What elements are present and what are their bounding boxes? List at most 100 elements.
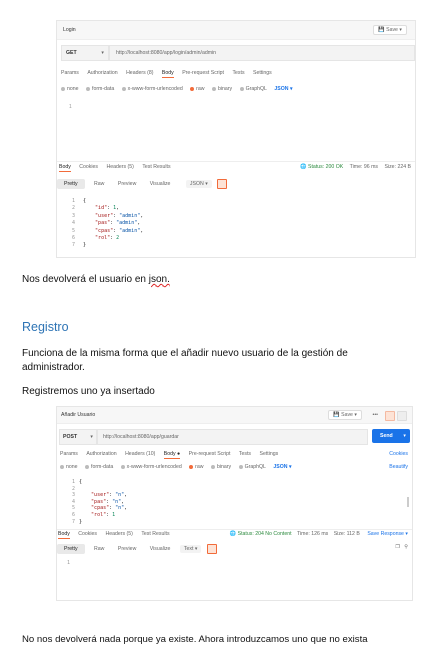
request-body-editor[interactable]: 1 [57,99,415,162]
response-view-tabs: Pretty Raw Preview Visualize Text ▾ [57,544,412,555]
request-title-bar: Login 💾 Save ▾ [57,21,415,40]
body-format-select[interactable]: JSON ▾ [274,86,292,92]
tab-pre-request-script[interactable]: Pre-request Script [182,70,224,76]
tab-settings[interactable]: Settings [253,70,272,76]
tab-params[interactable]: Params [60,451,78,457]
tab-headers[interactable]: Headers (10) [125,451,155,457]
save-icon: 💾 [378,27,385,33]
paragraph-register-existing: Registremos uno ya insertado [22,386,155,397]
tab-pretty[interactable]: Pretty [57,544,85,555]
copy-icon[interactable]: ❐ [395,544,400,550]
tab-headers[interactable]: Headers (8) [126,70,153,76]
wrap-lines-icon[interactable] [217,179,228,189]
tab-tests[interactable]: Tests [232,70,244,76]
tab-visualize[interactable]: Visualize [146,545,175,553]
scrollbar[interactable] [407,497,409,507]
globe-icon: 🌐 [300,164,307,170]
cookies-link[interactable]: Cookies [389,451,408,457]
wrap-lines-icon[interactable] [206,544,217,554]
tab-response-headers[interactable]: Headers (5) [105,531,132,537]
tab-preview[interactable]: Preview [114,180,140,188]
response-status-info: 🌐 Status: 204 No Content Time: 126 ms Si… [230,531,408,537]
radio-graphql[interactable]: GraphQL [239,86,267,92]
tab-response-body[interactable]: Body [59,164,71,172]
save-icon: 💾 [333,412,340,418]
radio-urlencoded[interactable]: x-www-form-urlencoded [121,86,183,92]
globe-icon: 🌐 [229,531,237,537]
tab-response-headers[interactable]: Headers (5) [106,164,133,170]
chevron-down-icon: ▾ [354,412,357,418]
status-text: Status: 200 OK [308,164,344,170]
response-format-select[interactable]: JSON ▾ [185,180,212,189]
radio-form-data[interactable]: form-data [86,86,114,92]
chevron-down-icon: ▾ [403,433,406,439]
tab-raw[interactable]: Raw [90,180,108,188]
paragraph-description: Funciona de la misma forma que el añadir… [22,347,348,375]
method-select[interactable]: GET ▾ [61,45,109,61]
radio-graphql[interactable]: GraphQL [238,464,266,470]
section-heading: Registro [22,320,69,334]
search-icon[interactable]: ⚲ [404,544,408,550]
tab-body[interactable]: Body ● [163,451,181,459]
radio-none[interactable]: none [60,464,78,470]
beautify-link[interactable]: Beautify [389,464,408,470]
url-input[interactable]: http://localhost:8080/app/guardar [97,429,368,445]
body-type-options: none form-data x-www-form-urlencoded raw… [61,86,415,92]
tab-settings[interactable]: Settings [259,451,278,457]
method-select[interactable]: POST ▾ [59,429,97,445]
chevron-down-icon: ▾ [101,50,104,56]
radio-binary[interactable]: binary [210,464,231,470]
request-name: Añadir Usuario [61,412,96,418]
radio-urlencoded[interactable]: x-www-form-urlencoded [120,464,182,470]
chevron-down-icon: ▾ [289,86,293,92]
body-type-options: none form-data x-www-form-urlencoded raw… [60,464,412,470]
more-options-button[interactable]: ••• [373,412,378,418]
method-label: GET [66,50,77,56]
response-format-select[interactable]: Text ▾ [179,545,202,554]
send-button[interactable]: Send ▾ [372,429,410,443]
tab-test-results[interactable]: Test Results [141,531,169,537]
tab-tests[interactable]: Tests [239,451,251,457]
status-text: Status: 204 No Content [237,531,292,537]
url-bar: GET ▾ http://localhost:8080/app/login/ad… [57,45,415,61]
tab-authorization[interactable]: Authorization [87,70,117,76]
tab-response-body[interactable]: Body [58,531,70,539]
radio-raw[interactable]: raw [190,86,205,92]
request-tabs: Params Authorization Headers (8) Body Pr… [61,70,415,78]
chevron-down-icon: ▾ [405,531,408,537]
paragraph-line-2: administrador. [22,362,85,373]
save-button[interactable]: 💾 Save ▾ [328,410,362,420]
response-body: 12 34 56 7 { "id": 1, "user": "admin", "… [57,195,415,255]
tab-test-results[interactable]: Test Results [142,164,170,170]
radio-binary[interactable]: binary [211,86,232,92]
save-response-button[interactable]: Save Response ▾ [367,531,408,537]
tab-preview[interactable]: Preview [114,545,140,553]
body-format-select[interactable]: JSON ▾ [273,464,291,470]
tab-visualize[interactable]: Visualize [146,180,175,188]
tab-pre-request-script[interactable]: Pre-request Script [189,451,231,457]
save-button[interactable]: 💾 Save ▾ [373,25,407,35]
tab-cookies[interactable]: Cookies [78,531,97,537]
comment-icon[interactable] [397,411,407,421]
radio-raw[interactable]: raw [189,464,204,470]
paragraph-json-result: Nos devolverá el usuario en json. [22,274,170,285]
tab-raw[interactable]: Raw [90,545,108,553]
request-body-editor[interactable]: 12 34 56 7 { "user": "n", "pas": "n", "c… [57,477,412,530]
response-body: 1 [57,557,412,597]
line-number: 1 [67,560,71,566]
tab-body[interactable]: Body [161,70,174,78]
tab-authorization[interactable]: Authorization [86,451,116,457]
response-view-tabs: Pretty Raw Preview Visualize JSON ▾ [57,179,415,190]
radio-none[interactable]: none [61,86,79,92]
url-input[interactable]: http://localhost:8080/app/login/admin/ad… [109,45,415,61]
line-numbers: 12 34 56 7 [71,198,75,249]
time-text: Time: 126 ms [297,531,329,537]
tab-params[interactable]: Params [61,70,79,76]
postman-screenshot-register: Añadir Usuario 💾 Save ▾ ••• POST ▾ http:… [56,406,413,601]
request-tabs: Params Authorization Headers (10) Body ●… [60,451,412,459]
edit-icon[interactable] [385,411,395,421]
line-numbers: 12 34 56 7 [71,479,75,525]
tab-cookies[interactable]: Cookies [79,164,98,170]
radio-form-data[interactable]: form-data [85,464,113,470]
tab-pretty[interactable]: Pretty [57,179,85,190]
